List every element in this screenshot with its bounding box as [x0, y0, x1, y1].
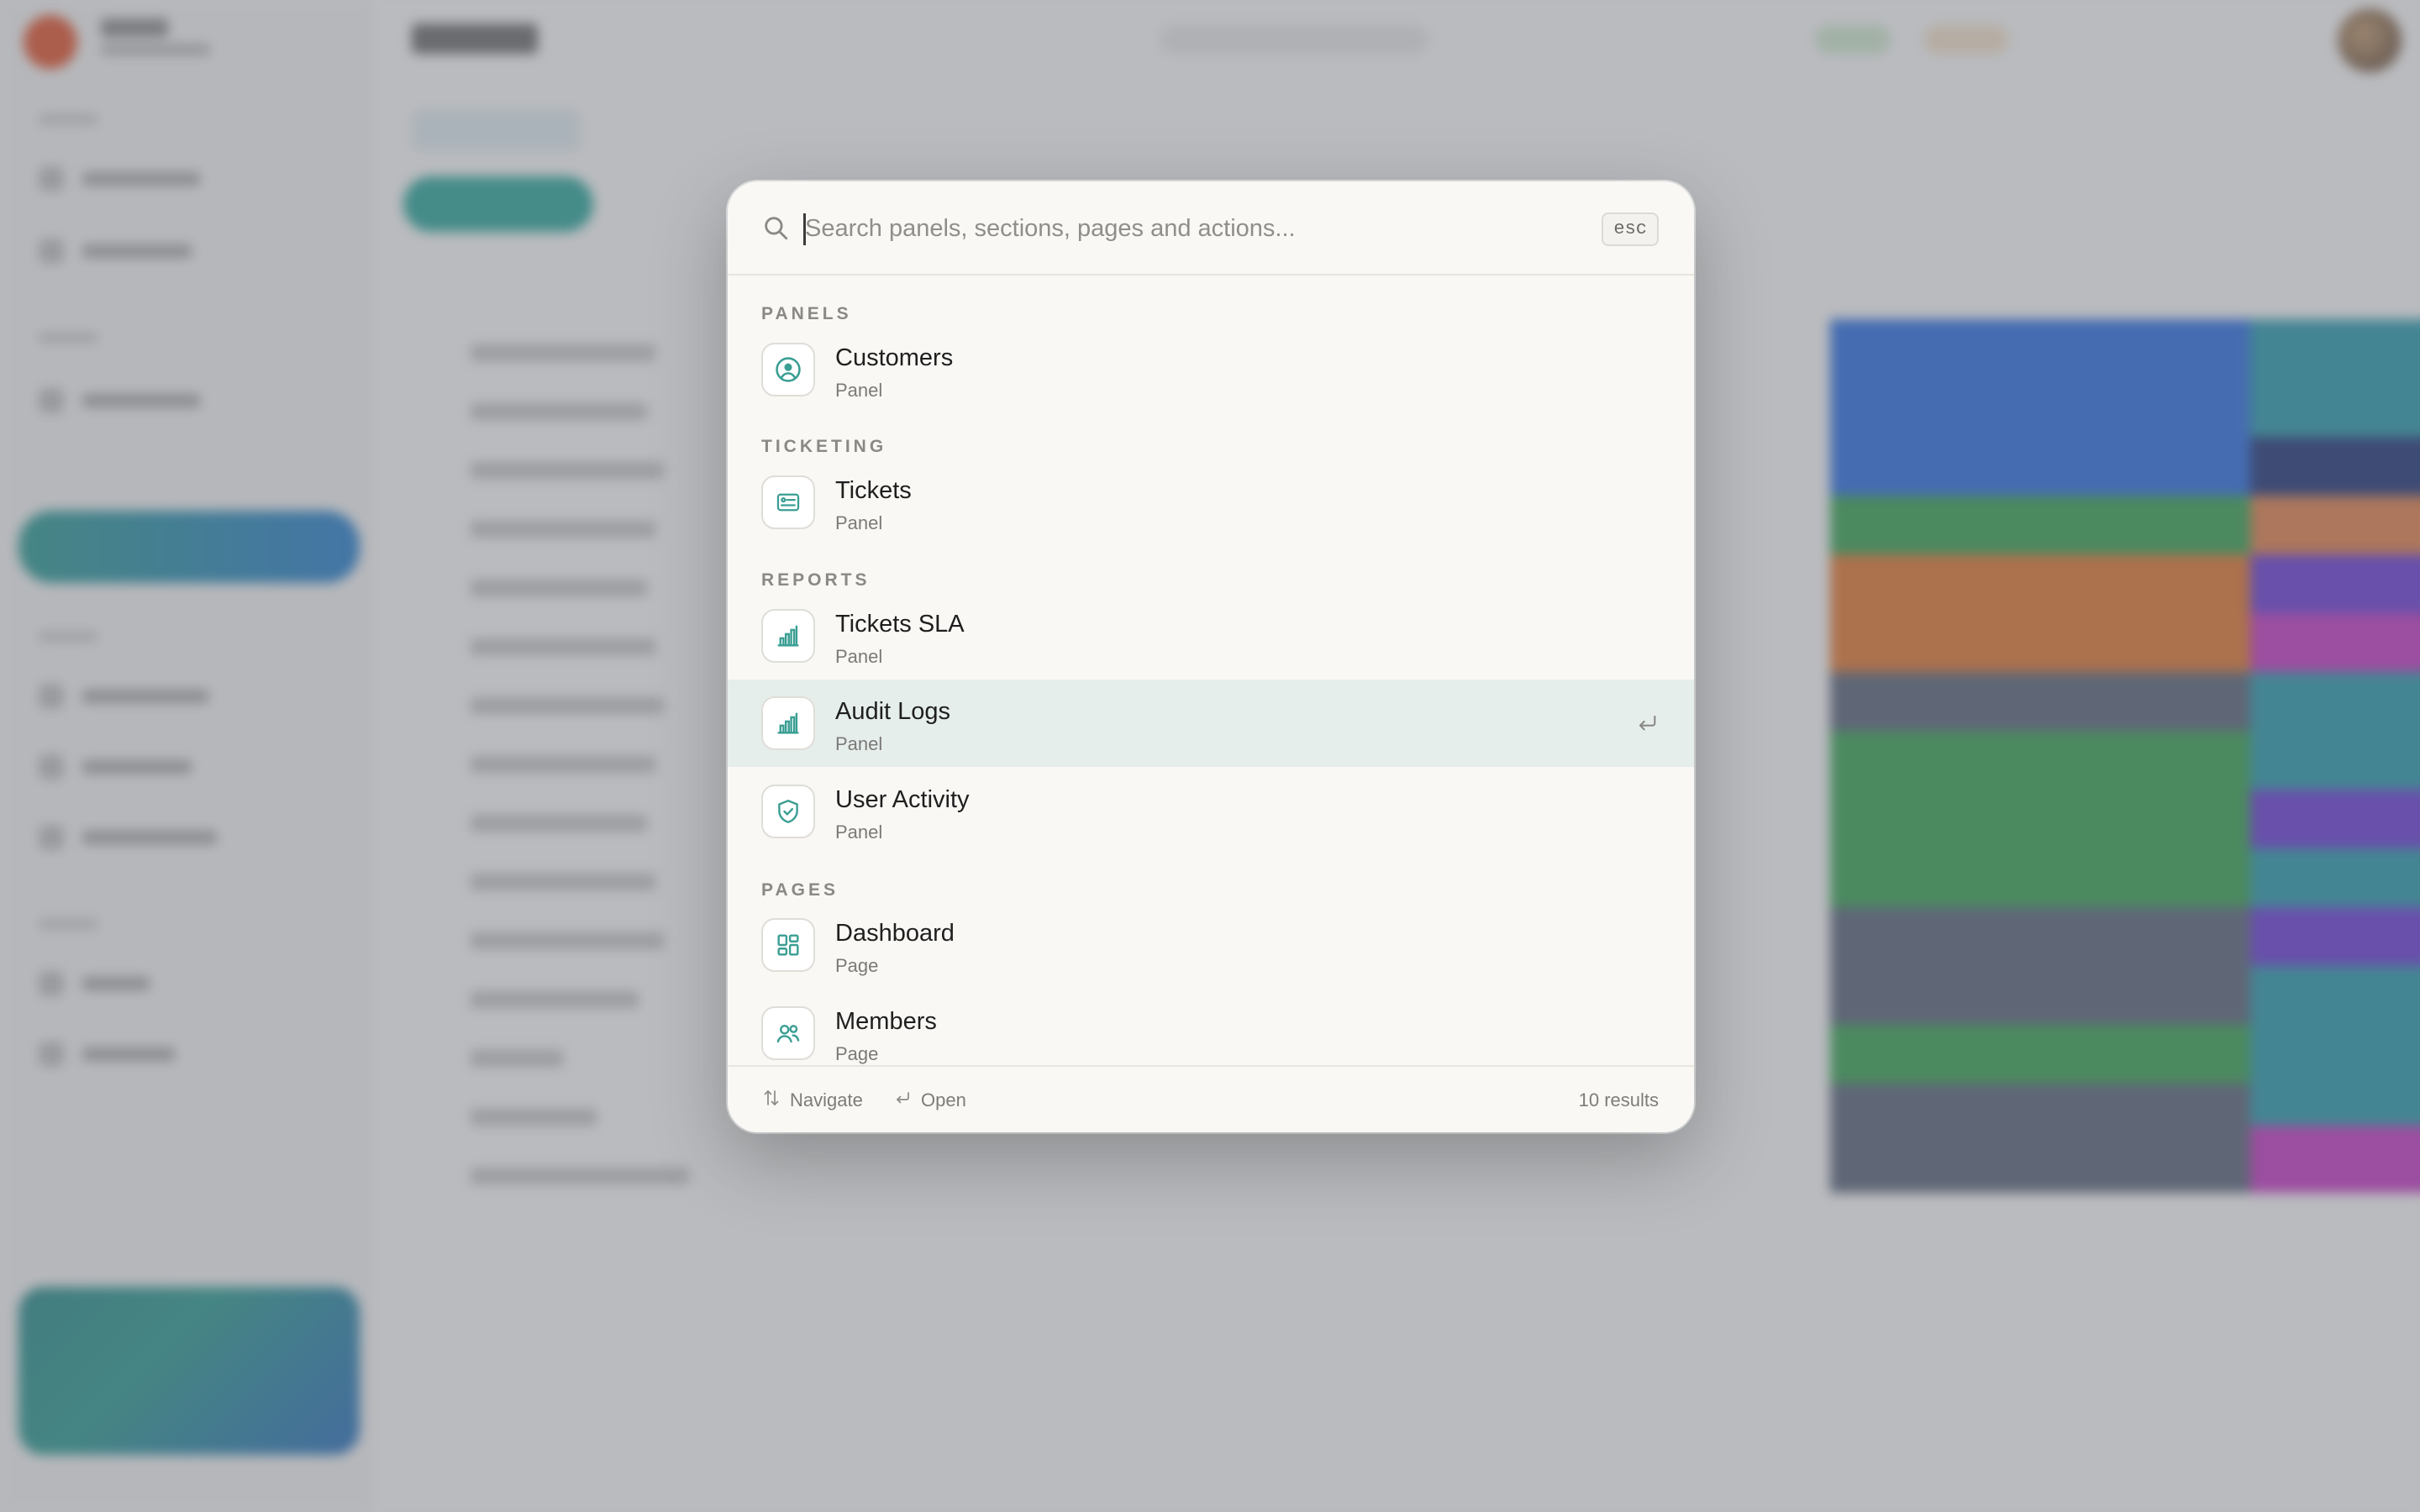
- command-palette: esc PANELS Customers Panel TICKETING Tic…: [728, 181, 1694, 1132]
- result-item-tickets[interactable]: Tickets Panel: [728, 459, 1694, 546]
- enter-key-icon: [892, 1088, 913, 1113]
- users-icon: [761, 1006, 815, 1060]
- result-type: Page: [835, 955, 879, 976]
- open-label: Open: [921, 1089, 966, 1110]
- enter-key-icon: [1634, 710, 1660, 737]
- result-item-tickets-sla[interactable]: Tickets SLA Panel: [728, 592, 1694, 680]
- result-item-user-activity[interactable]: User Activity Panel: [728, 768, 1694, 855]
- open-hint: Open: [892, 1067, 966, 1132]
- results-count: 10 results: [1578, 1089, 1659, 1110]
- result-type: Panel: [835, 733, 883, 754]
- result-title: Tickets: [835, 477, 912, 504]
- search-input[interactable]: [805, 207, 1544, 250]
- ticket-card-icon: [761, 475, 815, 529]
- navigate-hint: Navigate: [761, 1067, 863, 1132]
- result-item-audit-logs[interactable]: Audit Logs Panel: [728, 680, 1694, 767]
- result-title: Tickets SLA: [835, 611, 965, 638]
- up-down-arrows-icon: [761, 1088, 781, 1113]
- results-list: PANELS Customers Panel TICKETING Tickets…: [728, 276, 1694, 1080]
- shield-check-icon: [761, 785, 815, 838]
- group-heading-reports: REPORTS: [761, 570, 871, 590]
- group-heading-pages: PAGES: [761, 880, 839, 900]
- bar-chart-icon: [761, 696, 815, 750]
- dashboard-grid-icon: [761, 918, 815, 972]
- result-item-customers[interactable]: Customers Panel: [728, 326, 1694, 413]
- result-type: Panel: [835, 822, 883, 843]
- result-type: Panel: [835, 380, 883, 401]
- result-title: Members: [835, 1008, 937, 1035]
- result-title: Customers: [835, 344, 954, 371]
- user-circle-icon: [761, 343, 815, 396]
- result-item-dashboard[interactable]: Dashboard Page: [728, 901, 1694, 989]
- group-heading-panels: PANELS: [761, 304, 852, 323]
- result-title: User Activity: [835, 786, 970, 813]
- result-type: Panel: [835, 512, 883, 533]
- esc-key-hint[interactable]: esc: [1602, 213, 1659, 246]
- search-icon: [761, 213, 790, 242]
- result-item-members[interactable]: Members Page: [728, 990, 1694, 1077]
- palette-footer: Navigate Open 10 results: [728, 1065, 1694, 1132]
- result-title: Audit Logs: [835, 698, 951, 725]
- navigate-label: Navigate: [790, 1089, 863, 1110]
- result-title: Dashboard: [835, 920, 955, 947]
- search-bar: esc: [728, 181, 1694, 276]
- result-type: Panel: [835, 646, 883, 667]
- bar-chart-icon: [761, 609, 815, 663]
- group-heading-ticketing: TICKETING: [761, 437, 887, 456]
- result-type: Page: [835, 1043, 879, 1064]
